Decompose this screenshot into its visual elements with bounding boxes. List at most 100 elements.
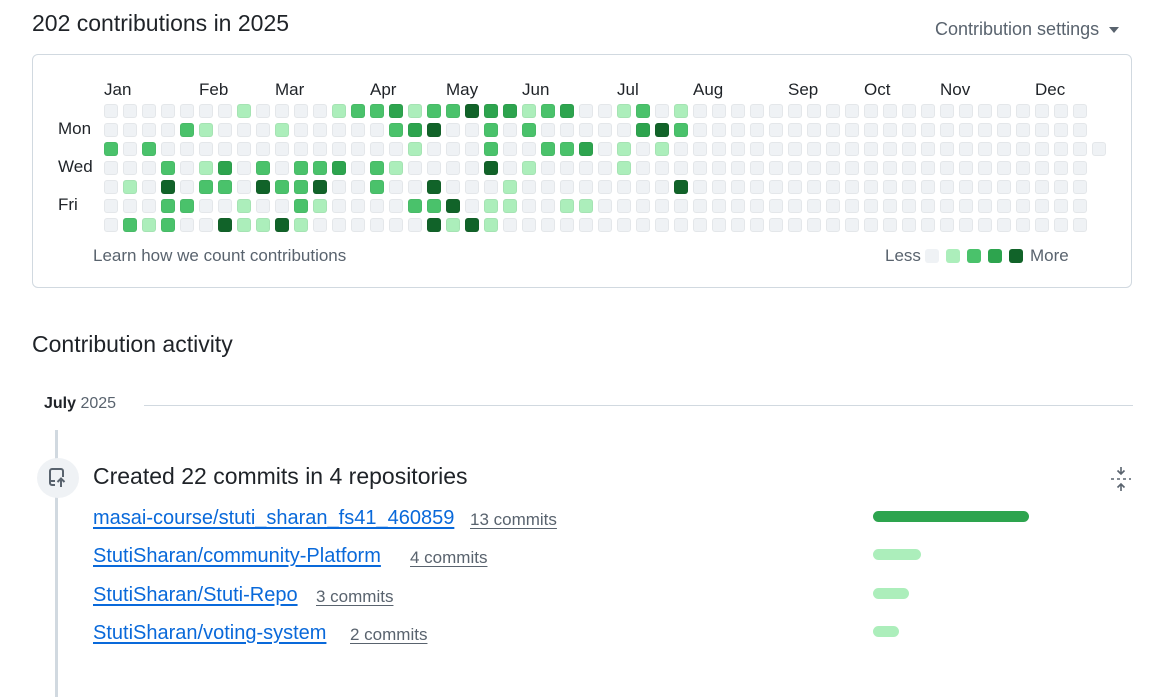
- contribution-day[interactable]: [579, 161, 593, 175]
- contribution-day[interactable]: [370, 161, 384, 175]
- contribution-day[interactable]: [427, 142, 441, 156]
- contribution-day[interactable]: [997, 104, 1011, 118]
- contribution-day[interactable]: [313, 104, 327, 118]
- contribution-day[interactable]: [1016, 104, 1030, 118]
- contribution-day[interactable]: [579, 180, 593, 194]
- contribution-day[interactable]: [655, 199, 669, 213]
- contribution-day[interactable]: [712, 104, 726, 118]
- contribution-day[interactable]: [978, 199, 992, 213]
- contribution-day[interactable]: [978, 104, 992, 118]
- contribution-day[interactable]: [750, 199, 764, 213]
- contribution-day[interactable]: [522, 123, 536, 137]
- contribution-day[interactable]: [807, 161, 821, 175]
- contribution-day[interactable]: [294, 123, 308, 137]
- contribution-day[interactable]: [237, 180, 251, 194]
- contribution-day[interactable]: [180, 218, 194, 232]
- contribution-day[interactable]: [655, 218, 669, 232]
- contribution-day[interactable]: [579, 142, 593, 156]
- contribution-day[interactable]: [731, 123, 745, 137]
- contribution-day[interactable]: [294, 142, 308, 156]
- contribution-day[interactable]: [351, 180, 365, 194]
- contribution-day[interactable]: [1035, 218, 1049, 232]
- contribution-day[interactable]: [104, 180, 118, 194]
- contribution-day[interactable]: [104, 161, 118, 175]
- contribution-day[interactable]: [712, 199, 726, 213]
- contribution-day[interactable]: [522, 218, 536, 232]
- contribution-day[interactable]: [655, 123, 669, 137]
- contribution-day[interactable]: [104, 123, 118, 137]
- contribution-day[interactable]: [598, 142, 612, 156]
- contribution-day[interactable]: [731, 199, 745, 213]
- contribution-day[interactable]: [883, 123, 897, 137]
- contribution-day[interactable]: [541, 161, 555, 175]
- contribution-day[interactable]: [294, 199, 308, 213]
- contribution-day[interactable]: [199, 180, 213, 194]
- contribution-day[interactable]: [408, 180, 422, 194]
- contribution-day[interactable]: [541, 142, 555, 156]
- contribution-day[interactable]: [769, 218, 783, 232]
- contribution-day[interactable]: [750, 123, 764, 137]
- contribution-day[interactable]: [1073, 180, 1087, 194]
- contribution-day[interactable]: [864, 180, 878, 194]
- contribution-day[interactable]: [446, 199, 460, 213]
- contribution-day[interactable]: [332, 104, 346, 118]
- contribution-day[interactable]: [598, 161, 612, 175]
- contribution-day[interactable]: [123, 161, 137, 175]
- contribution-day[interactable]: [541, 199, 555, 213]
- contribution-day[interactable]: [883, 104, 897, 118]
- contribution-day[interactable]: [826, 199, 840, 213]
- contribution-day[interactable]: [693, 104, 707, 118]
- contribution-day[interactable]: [769, 142, 783, 156]
- contribution-day[interactable]: [275, 180, 289, 194]
- commit-count-link[interactable]: 3 commits: [316, 587, 393, 607]
- contribution-day[interactable]: [389, 142, 403, 156]
- contribution-day[interactable]: [902, 180, 916, 194]
- contribution-day[interactable]: [959, 180, 973, 194]
- contribution-day[interactable]: [560, 218, 574, 232]
- contribution-day[interactable]: [750, 161, 764, 175]
- contribution-day[interactable]: [161, 218, 175, 232]
- contribution-day[interactable]: [503, 180, 517, 194]
- contribution-day[interactable]: [541, 180, 555, 194]
- contribution-day[interactable]: [370, 142, 384, 156]
- contribution-day[interactable]: [218, 161, 232, 175]
- contribution-day[interactable]: [845, 123, 859, 137]
- contribution-day[interactable]: [826, 123, 840, 137]
- contribution-day[interactable]: [997, 161, 1011, 175]
- contribution-day[interactable]: [294, 104, 308, 118]
- contribution-day[interactable]: [807, 142, 821, 156]
- contribution-day[interactable]: [940, 104, 954, 118]
- contribution-day[interactable]: [522, 142, 536, 156]
- contribution-day[interactable]: [959, 218, 973, 232]
- contribution-day[interactable]: [142, 218, 156, 232]
- contribution-day[interactable]: [522, 161, 536, 175]
- contribution-day[interactable]: [883, 199, 897, 213]
- contribution-day[interactable]: [788, 123, 802, 137]
- contribution-day[interactable]: [351, 123, 365, 137]
- contribution-day[interactable]: [180, 104, 194, 118]
- contribution-day[interactable]: [503, 142, 517, 156]
- contribution-day[interactable]: [123, 104, 137, 118]
- contribution-day[interactable]: [332, 199, 346, 213]
- contribution-day[interactable]: [807, 180, 821, 194]
- contribution-day[interactable]: [617, 142, 631, 156]
- contribution-day[interactable]: [123, 199, 137, 213]
- contribution-day[interactable]: [503, 161, 517, 175]
- contribution-day[interactable]: [921, 161, 935, 175]
- contribution-day[interactable]: [161, 180, 175, 194]
- contribution-day[interactable]: [1054, 161, 1068, 175]
- contribution-day[interactable]: [598, 104, 612, 118]
- contribution-day[interactable]: [427, 218, 441, 232]
- contribution-day[interactable]: [294, 161, 308, 175]
- contribution-day[interactable]: [408, 104, 422, 118]
- repo-link[interactable]: StutiSharan/community-Platform: [93, 545, 381, 568]
- contribution-day[interactable]: [769, 161, 783, 175]
- contribution-day[interactable]: [769, 123, 783, 137]
- contribution-day[interactable]: [1073, 142, 1087, 156]
- contribution-day[interactable]: [579, 199, 593, 213]
- contribution-day[interactable]: [503, 218, 517, 232]
- contribution-day[interactable]: [218, 142, 232, 156]
- contribution-day[interactable]: [1054, 199, 1068, 213]
- contribution-day[interactable]: [351, 104, 365, 118]
- contribution-day[interactable]: [389, 123, 403, 137]
